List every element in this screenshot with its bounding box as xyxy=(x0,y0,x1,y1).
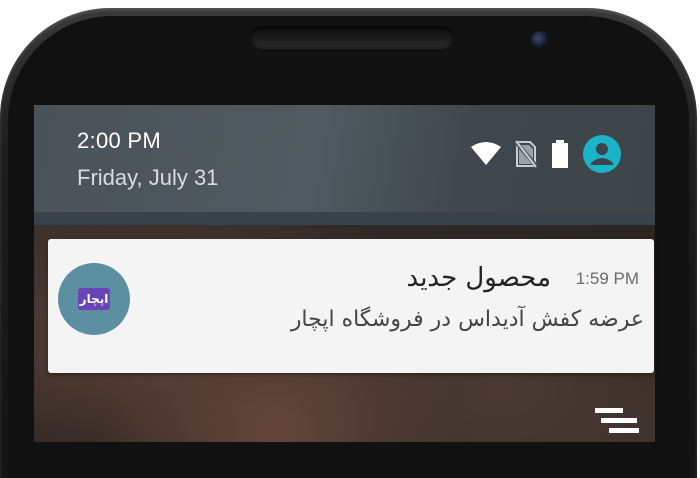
notification-text: عرضه کفش آدیداس در فروشگاه اپچار xyxy=(290,307,644,332)
clock-date: Friday, July 31 xyxy=(77,165,219,190)
notification-time: 1:59 PM xyxy=(575,269,639,288)
app-icon: اپچار xyxy=(58,263,130,335)
app-logo: اپچار xyxy=(78,288,110,310)
header-divider xyxy=(34,212,655,225)
status-icons xyxy=(471,134,621,178)
menu-handle-icon xyxy=(595,408,639,438)
front-camera xyxy=(531,31,549,49)
speaker-grille xyxy=(251,26,453,48)
clock-time: 2:00 PM xyxy=(77,128,162,153)
user-account-icon[interactable] xyxy=(583,134,621,178)
no-sim-icon xyxy=(513,139,539,173)
notification-title: محصول جدید xyxy=(406,263,551,293)
wifi-icon[interactable] xyxy=(471,141,501,171)
battery-icon xyxy=(551,139,569,173)
quick-settings-header[interactable]: 2:00 PM Friday, July 31 xyxy=(34,105,655,225)
notification-card[interactable]: اپچار 1:59 PM محصول جدید عرضه کفش آدیداس… xyxy=(48,239,654,373)
